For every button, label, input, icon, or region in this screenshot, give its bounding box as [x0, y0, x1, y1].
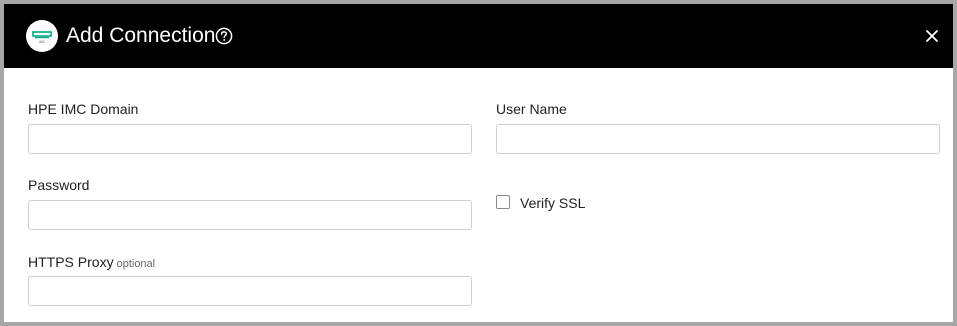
username-input[interactable]	[496, 124, 940, 154]
proxy-input[interactable]	[28, 276, 472, 306]
verify-ssl-checkbox[interactable]	[496, 195, 510, 209]
password-input[interactable]	[28, 200, 472, 230]
verify-ssl-label[interactable]: Verify SSL	[520, 195, 585, 211]
dialog-header: IMC Add Connection	[4, 4, 953, 68]
optional-hint: optional	[116, 258, 156, 270]
domain-label: HPE IMC Domain	[28, 101, 139, 117]
help-circle-icon[interactable]	[215, 27, 233, 45]
proxy-label: HTTPS Proxy	[28, 254, 114, 270]
proxy-label-row: HTTPS Proxy optional	[28, 254, 155, 272]
dialog-title: Add Connection	[66, 24, 216, 47]
password-label: Password	[28, 177, 90, 193]
hpe-imc-logo-icon: IMC	[26, 20, 58, 52]
close-icon[interactable]	[924, 28, 940, 44]
svg-text:IMC: IMC	[39, 40, 46, 44]
add-connection-dialog: IMC Add Connection HPE IMC Domain User N…	[4, 4, 953, 322]
username-label: User Name	[496, 101, 567, 117]
domain-input[interactable]	[28, 124, 472, 154]
